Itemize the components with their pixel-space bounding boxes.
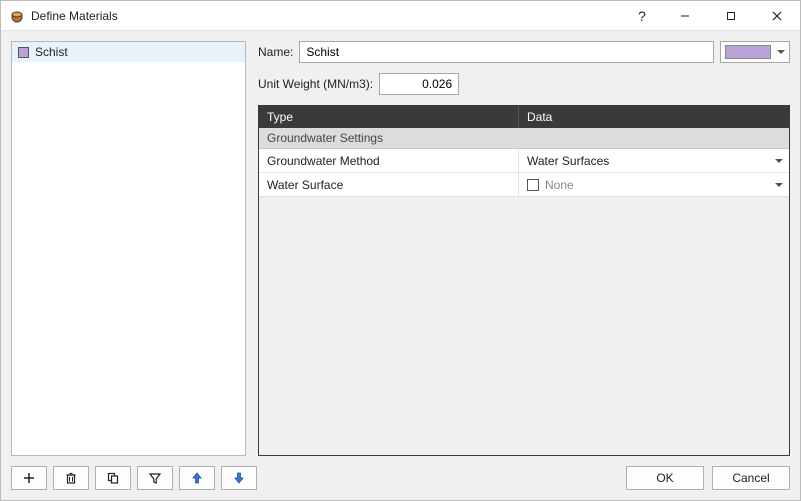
define-materials-dialog: Define Materials ? Schist Nam: [0, 0, 801, 501]
groundwater-method-dropdown[interactable]: Water Surfaces: [519, 149, 789, 172]
table-row: Groundwater Method Water Surfaces: [259, 149, 789, 173]
material-properties-panel: Name: Unit Weight (MN/m3): Type Data: [258, 41, 790, 456]
group-header-groundwater: Groundwater Settings: [259, 128, 789, 149]
unit-weight-label: Unit Weight (MN/m3):: [258, 77, 373, 91]
move-up-button[interactable]: [179, 466, 215, 490]
dropdown-value: Water Surfaces: [527, 154, 609, 168]
add-material-button[interactable]: [11, 466, 47, 490]
unit-weight-input[interactable]: [379, 73, 459, 95]
dialog-content: Schist Name: Unit Weight (MN/m3):: [1, 31, 800, 500]
chevron-down-icon: [775, 183, 783, 187]
column-header-type: Type: [259, 106, 519, 128]
table-empty-area: [259, 197, 789, 455]
table-row: Water Surface None: [259, 173, 789, 197]
help-button[interactable]: ?: [622, 1, 662, 31]
titlebar: Define Materials ?: [1, 1, 800, 31]
material-color-picker[interactable]: [720, 41, 790, 63]
cancel-button[interactable]: Cancel: [712, 466, 790, 490]
minimize-button[interactable]: [662, 1, 708, 31]
water-surface-checkbox[interactable]: [527, 179, 539, 191]
materials-list[interactable]: Schist: [11, 41, 246, 456]
material-name-label: Schist: [35, 45, 68, 59]
material-toolbar: [11, 466, 257, 490]
ok-button[interactable]: OK: [626, 466, 704, 490]
move-down-button[interactable]: [221, 466, 257, 490]
material-color-swatch: [18, 47, 29, 58]
name-input[interactable]: [299, 41, 714, 63]
maximize-button[interactable]: [708, 1, 754, 31]
property-name: Water Surface: [259, 173, 519, 196]
name-label: Name:: [258, 45, 293, 59]
properties-table: Type Data Groundwater Settings Groundwat…: [258, 105, 790, 456]
chevron-down-icon: [775, 159, 783, 163]
copy-material-button[interactable]: [95, 466, 131, 490]
table-header: Type Data: [259, 106, 789, 128]
close-button[interactable]: [754, 1, 800, 31]
color-chip: [725, 45, 771, 59]
property-name: Groundwater Method: [259, 149, 519, 172]
column-header-data: Data: [519, 106, 789, 128]
window-title: Define Materials: [31, 9, 118, 23]
chevron-down-icon: [777, 50, 785, 54]
app-icon: [9, 8, 25, 24]
filter-button[interactable]: [137, 466, 173, 490]
dropdown-value: None: [545, 178, 574, 192]
delete-material-button[interactable]: [53, 466, 89, 490]
water-surface-dropdown[interactable]: None: [519, 173, 789, 196]
material-list-item[interactable]: Schist: [12, 42, 245, 62]
dialog-bottom-bar: OK Cancel: [11, 466, 790, 490]
